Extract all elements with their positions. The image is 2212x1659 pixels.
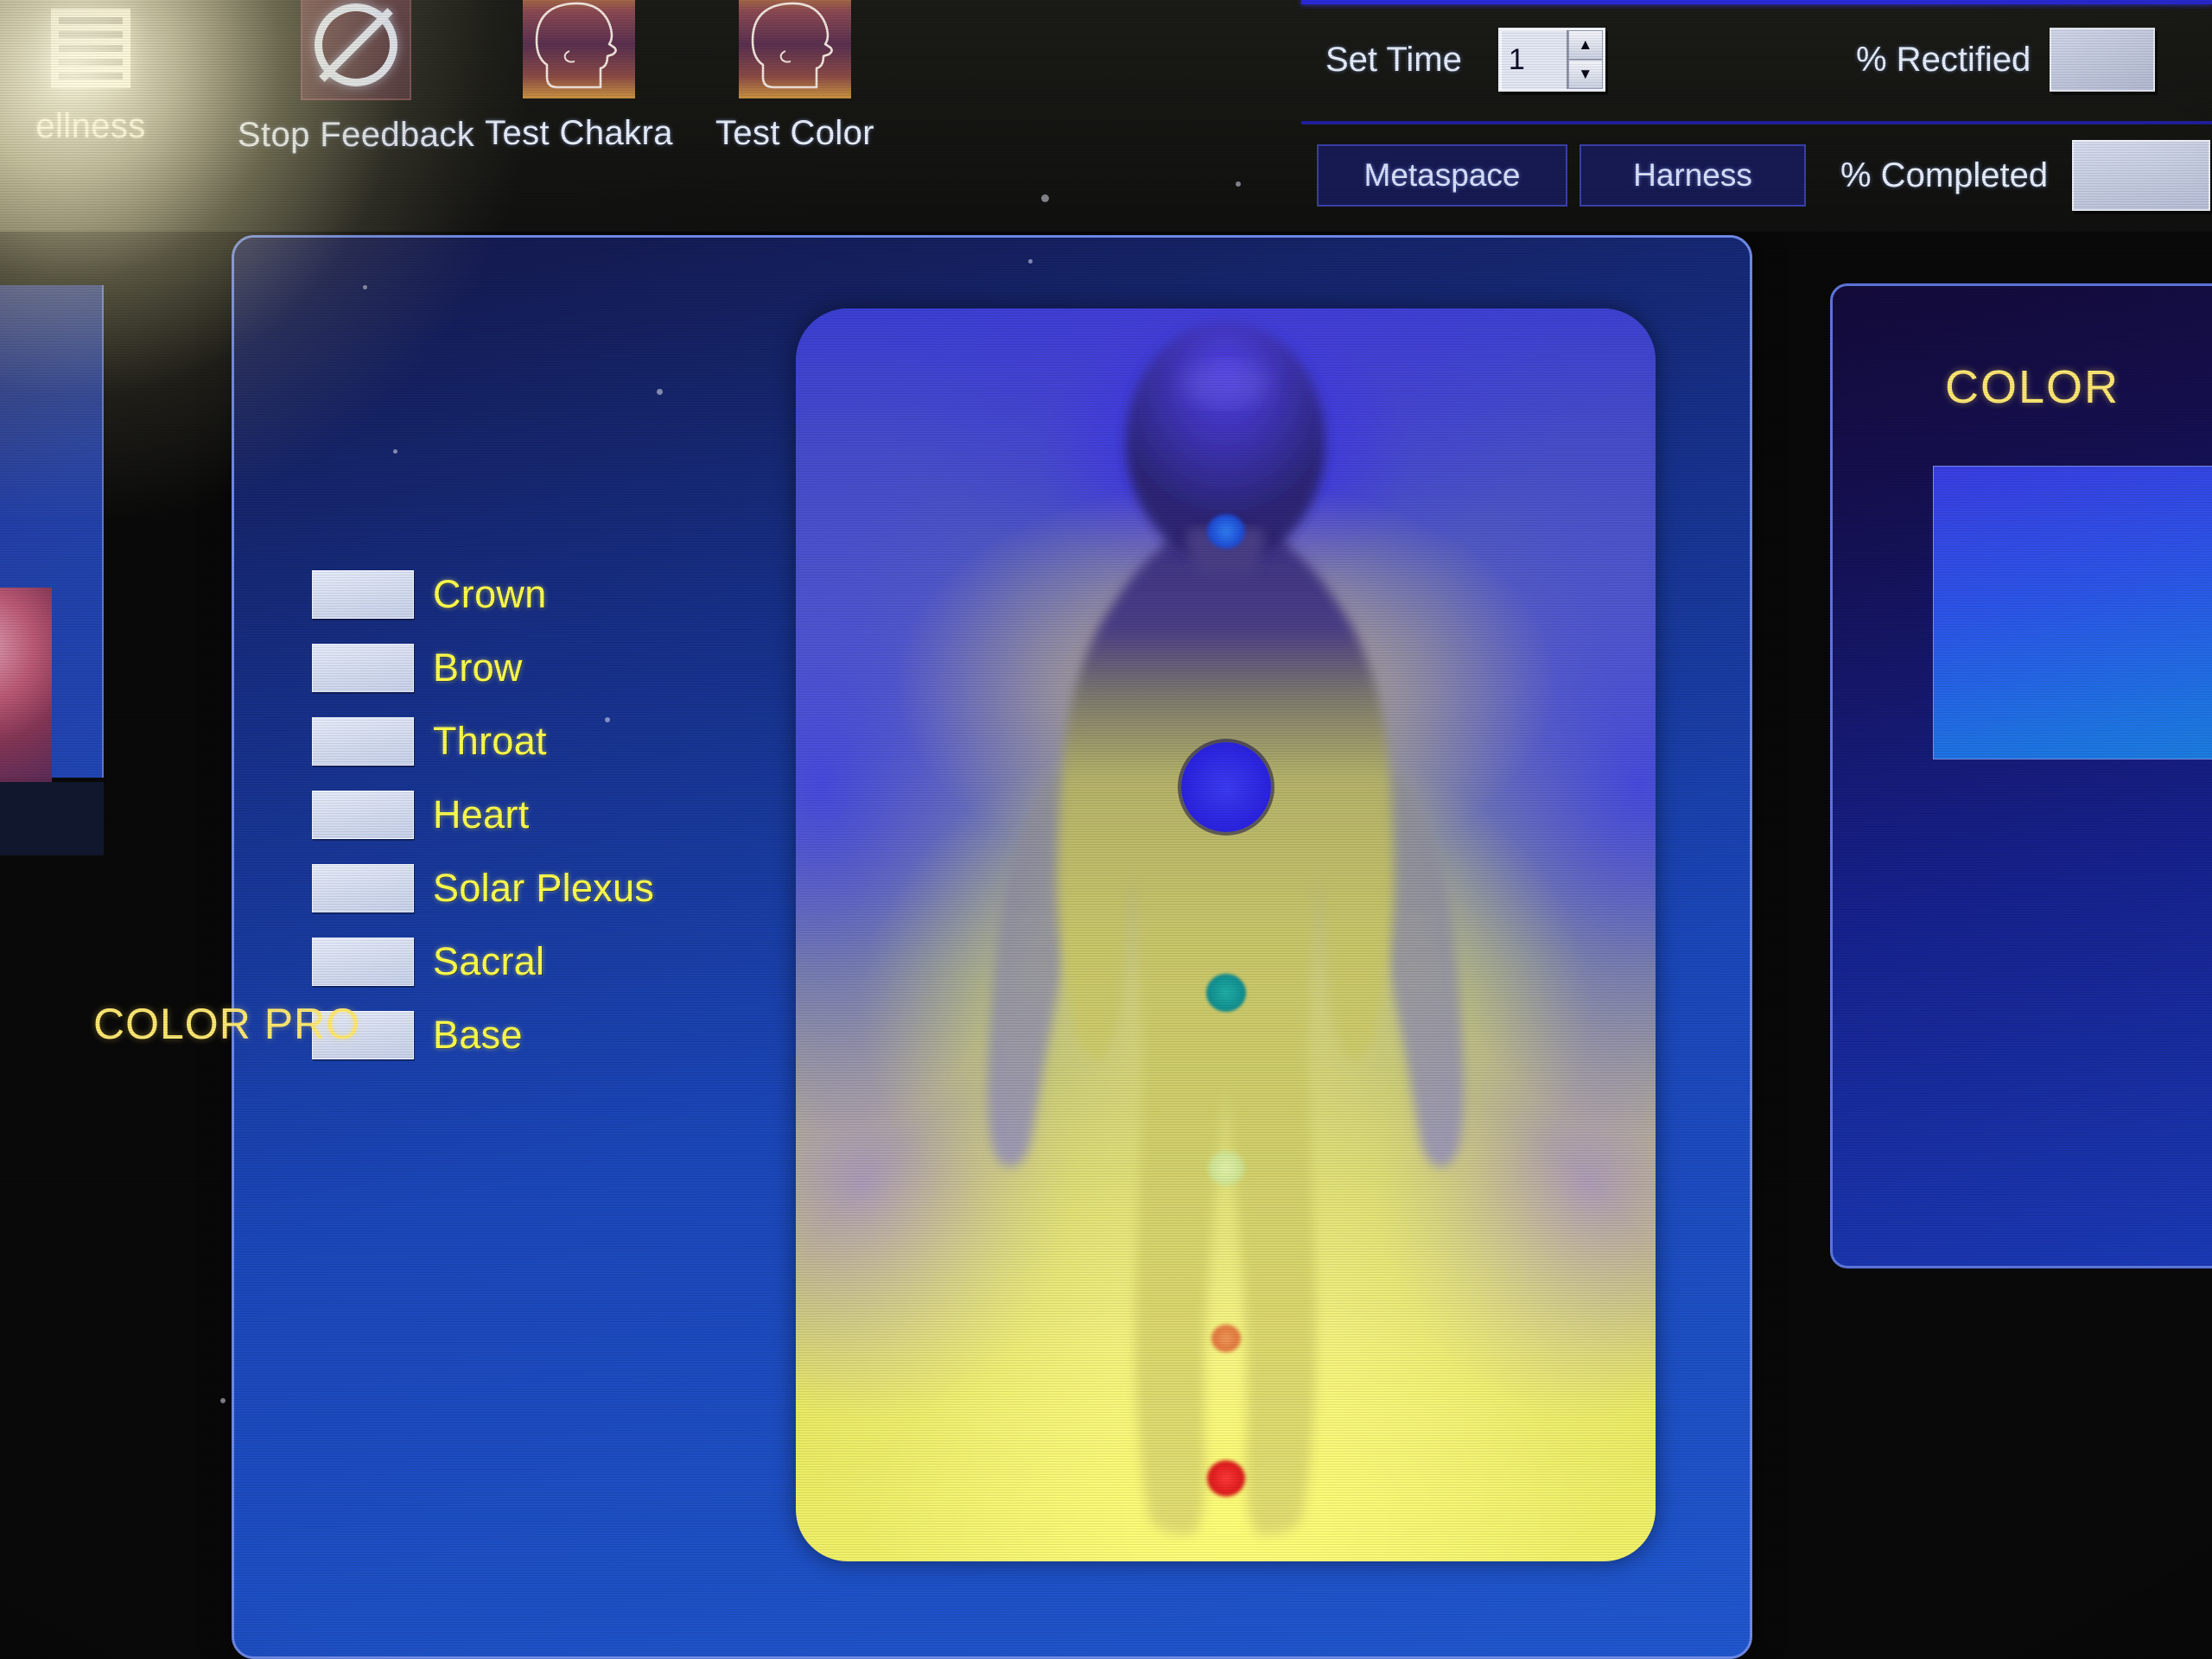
set-time-label: Set Time	[1325, 40, 1462, 79]
chakra-row-sacral[interactable]: Sacral	[312, 925, 727, 998]
harness-button[interactable]: Harness	[1580, 144, 1806, 207]
top-toolbar: ellness Stop Feedback Test Chakra Test C…	[0, 0, 2212, 232]
head-profile-icon	[605, 0, 985, 99]
toolbar-accent-line	[1301, 0, 2212, 4]
set-time-increment-button[interactable]: ▲	[1567, 30, 1603, 60]
chakra-swatch-brow[interactable]	[312, 643, 414, 692]
chakra-swatch-solar-plexus[interactable]	[312, 863, 414, 912]
color-program-label: COLOR PRO	[93, 1000, 361, 1048]
chakra-row-crown[interactable]: Crown	[312, 557, 727, 631]
chakra-label-solar-plexus: Solar Plexus	[433, 865, 655, 910]
chakra-row-base[interactable]: Base	[312, 998, 727, 1071]
chakra-label-sacral: Sacral	[433, 938, 545, 983]
chakra-label-heart: Heart	[433, 791, 530, 836]
metaspace-button[interactable]: Metaspace	[1317, 144, 1567, 207]
chakra-label-throat: Throat	[433, 718, 547, 763]
color-preview-swatch[interactable]	[1933, 466, 2212, 760]
pct-rectified-label: % Rectified	[1856, 40, 2031, 79]
pct-rectified-field[interactable]	[2050, 28, 2156, 92]
color-panel-title: COLOR	[1945, 361, 2120, 413]
chakra-legend-list: Crown Brow Throat Heart Solar Plexus Sac…	[312, 557, 727, 1071]
chakra-dot-sacral	[1211, 1324, 1241, 1352]
background-thumbnail-image	[0, 588, 52, 786]
chakra-label-base: Base	[433, 1012, 523, 1057]
chakra-row-solar-plexus[interactable]: Solar Plexus	[312, 851, 727, 925]
set-time-stepper[interactable]: 1 ▲ ▼	[1497, 28, 1605, 92]
chakra-row-brow[interactable]: Brow	[312, 631, 727, 704]
application-screen: ellness Stop Feedback Test Chakra Test C…	[0, 0, 2212, 1659]
secondary-toolbar-row: Metaspace Harness % Completed	[1317, 140, 2211, 211]
aura-body-image[interactable]	[796, 308, 1656, 1561]
chakra-label-crown: Crown	[433, 571, 547, 616]
chakra-dot-throat	[1180, 741, 1271, 832]
head-profile-glyph-2	[751, 2, 833, 89]
toolbar-button-test-color[interactable]: Test Color	[605, 0, 985, 153]
background-window	[0, 285, 104, 786]
chakra-row-heart[interactable]: Heart	[312, 778, 727, 851]
chakra-label-brow: Brow	[433, 645, 523, 690]
body-silhouette	[988, 321, 1464, 1535]
chakra-row-throat[interactable]: Throat	[312, 704, 727, 778]
chakra-swatch-heart[interactable]	[312, 790, 414, 839]
chakra-dot-brow	[1206, 514, 1245, 550]
chakra-swatch-sacral[interactable]	[312, 937, 414, 986]
pct-completed-field[interactable]	[2072, 140, 2211, 211]
set-time-group: Set Time 1 ▲ ▼	[1325, 28, 1605, 92]
chakra-swatch-crown[interactable]	[312, 569, 414, 619]
chakra-main-panel: Crown Brow Throat Heart Solar Plexus Sac…	[232, 235, 1752, 1659]
chakra-dot-heart	[1205, 973, 1246, 1012]
chakra-dot-solar-plexus	[1207, 1150, 1244, 1185]
chakra-dot-base	[1206, 1460, 1245, 1497]
pct-rectified-group: % Rectified	[1856, 28, 2156, 92]
pct-completed-label: % Completed	[1840, 156, 2049, 194]
set-time-decrement-button[interactable]: ▼	[1567, 60, 1603, 89]
toolbar-label-test-color: Test Color	[715, 114, 875, 152]
set-time-value[interactable]: 1	[1501, 30, 1567, 89]
background-window-lower	[0, 782, 104, 855]
chakra-swatch-throat[interactable]	[312, 716, 414, 766]
color-panel: COLOR	[1830, 283, 2212, 1268]
toolbar-accent-line-2	[1301, 121, 2212, 124]
